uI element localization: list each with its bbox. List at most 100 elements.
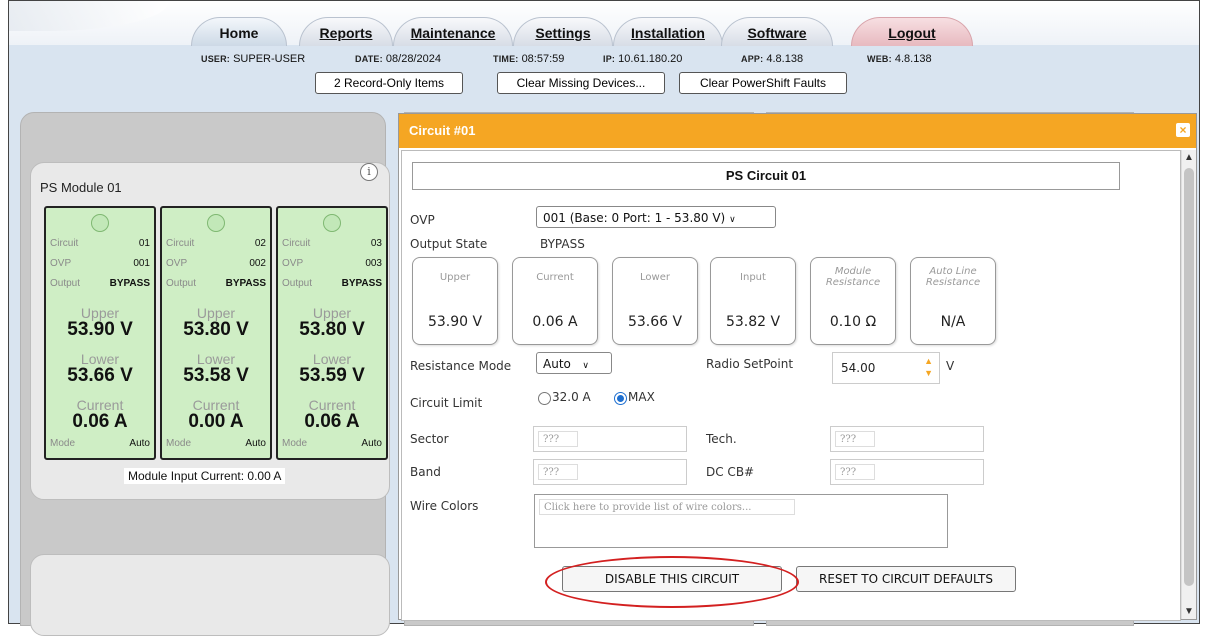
tab-maintenance[interactable]: Maintenance	[393, 17, 513, 46]
spinner-arrows-icon[interactable]: ▲ ▼	[924, 355, 933, 379]
dialog-scrollbar[interactable]: ▲ ▼	[1181, 150, 1196, 619]
tab-home-label: Home	[219, 25, 259, 41]
card-circuit-value: 03	[370, 238, 382, 249]
module-input-current: Module Input Current: 0.00 A	[124, 468, 286, 484]
meter-upper: Upper 53.90 V	[412, 257, 498, 345]
card-mode-value: Auto	[129, 438, 150, 449]
dc-cb-field[interactable]: ???	[830, 459, 984, 485]
radio-setpoint-input[interactable]: 54.00 ▲ ▼	[832, 352, 940, 384]
card-mode-label: Mode	[166, 438, 192, 449]
limit-max-radio[interactable]	[614, 392, 627, 405]
web-value: 4.8.138	[894, 53, 932, 65]
card-output-value: BYPASS	[341, 278, 382, 289]
card-output-row: Output BYPASS	[166, 278, 266, 289]
dialog-title: Circuit #01	[409, 123, 476, 138]
sector-label: Sector	[410, 432, 449, 446]
dialog-header: Circuit #01	[399, 114, 1196, 148]
card-circuit-label: Circuit	[50, 238, 79, 249]
tech-field[interactable]: ???	[830, 426, 984, 452]
time-value: 08:57:59	[521, 53, 565, 65]
meter-label: Lower	[640, 272, 670, 283]
status-info-row: USER: SUPER-USER DATE: 08/28/2024 TIME: …	[9, 53, 1199, 69]
limit-32a-label: 32.0 A	[552, 390, 591, 404]
tech-label: Tech.	[706, 432, 737, 446]
card-mode-value: Auto	[361, 438, 382, 449]
record-only-items-button[interactable]: 2 Record-Only Items	[315, 72, 463, 94]
card-mode-label: Mode	[50, 438, 76, 449]
wire-colors-placeholder: Click here to provide list of wire color…	[539, 499, 795, 515]
tab-software-label: Software	[747, 25, 807, 41]
circuit-limit-label: Circuit Limit	[410, 396, 483, 410]
tab-installation-label: Installation	[631, 25, 705, 41]
meter-label: Module Resistance	[825, 266, 881, 288]
ip-label: IP:	[603, 54, 616, 64]
tab-software[interactable]: Software	[721, 17, 833, 46]
meter-label: Auto Line Resistance	[925, 266, 981, 288]
tab-home[interactable]: Home	[191, 17, 287, 46]
chevron-down-icon: ∨	[582, 361, 589, 371]
card-current-value: 0.06 A	[72, 411, 128, 432]
scroll-thumb[interactable]	[1184, 168, 1194, 586]
card-circuit-label: Circuit	[282, 238, 311, 249]
circuit-card-02[interactable]: Circuit 02 OVP 002 Output BYPASS Upper 53.8…	[160, 206, 272, 460]
card-current-value: 0.06 A	[304, 411, 360, 432]
app-label: APP:	[741, 54, 764, 64]
info-icon[interactable]: i	[360, 163, 378, 181]
circuit-card-01[interactable]: Circuit 01 OVP 001 Output BYPASS Upper 53.9…	[44, 206, 156, 460]
wire-colors-textarea[interactable]: Click here to provide list of wire color…	[534, 494, 948, 548]
status-led-icon	[91, 214, 109, 232]
logout-label: Logout	[888, 25, 936, 41]
ovp-select[interactable]: 001 (Base: 0 Port: 1 - 53.80 V) ∨	[536, 206, 776, 228]
card-output-row: Output BYPASS	[50, 278, 150, 289]
web-label: WEB:	[867, 54, 892, 64]
circuit-name-field[interactable]: PS Circuit 01	[412, 162, 1120, 190]
card-mode-row: Mode Auto	[282, 438, 382, 449]
tab-reports[interactable]: Reports	[299, 17, 393, 46]
resistance-mode-select[interactable]: Auto ∨	[536, 352, 612, 374]
ovp-label: OVP	[410, 213, 435, 227]
ovp-select-value: 001 (Base: 0 Port: 1 - 53.80 V)	[543, 211, 726, 225]
clear-powershift-faults-button[interactable]: Clear PowerShift Faults	[679, 72, 847, 94]
card-output-row: Output BYPASS	[282, 278, 382, 289]
card-ovp-value: 001	[133, 258, 150, 269]
card-output-value: BYPASS	[225, 278, 266, 289]
web-info: WEB: 4.8.138	[867, 53, 932, 65]
scroll-up-icon[interactable]: ▲	[1182, 152, 1196, 163]
band-field[interactable]: ???	[533, 459, 687, 485]
card-circuit-row: Circuit 01	[50, 238, 150, 249]
close-icon[interactable]: ×	[1176, 123, 1190, 137]
meter-label: Current	[536, 272, 574, 283]
meter-value: 0.10 Ω	[829, 314, 877, 330]
meter-input: Input 53.82 V	[710, 257, 796, 345]
card-output-value: BYPASS	[109, 278, 150, 289]
card-mode-row: Mode Auto	[50, 438, 150, 449]
limit-32a-radio[interactable]	[538, 392, 551, 405]
tab-logout[interactable]: Logout	[851, 17, 973, 46]
scroll-down-icon[interactable]: ▼	[1182, 606, 1196, 617]
meter-module-resistance: Module Resistance 0.10 Ω	[810, 257, 896, 345]
wire-colors-label: Wire Colors	[410, 499, 479, 513]
dc-cb-value: ???	[835, 464, 875, 480]
dialog-body	[401, 150, 1181, 621]
card-ovp-row: OVP 003	[282, 258, 382, 269]
reset-circuit-defaults-button[interactable]: RESET TO CIRCUIT DEFAULTS	[796, 566, 1016, 592]
module-title: PS Module 01	[40, 180, 122, 195]
highlight-annotation	[545, 556, 799, 608]
meter-auto-line-resistance: Auto Line Resistance N/A	[910, 257, 996, 345]
meter-value: 53.90 V	[427, 314, 483, 330]
card-ovp-row: OVP 002	[166, 258, 266, 269]
sector-value: ???	[538, 431, 578, 447]
time-info: TIME: 08:57:59	[493, 53, 564, 65]
time-label: TIME:	[493, 54, 519, 64]
clear-missing-devices-button[interactable]: Clear Missing Devices...	[497, 72, 665, 94]
logo-swoosh	[9, 1, 169, 31]
card-current-value: 0.00 A	[188, 411, 244, 432]
dc-cb-label: DC CB#	[706, 465, 755, 479]
tab-settings[interactable]: Settings	[513, 17, 613, 46]
circuit-card-03[interactable]: Circuit 03 OVP 003 Output BYPASS Upper 53.8…	[276, 206, 388, 460]
limit-max-label: MAX	[628, 390, 655, 404]
sector-field[interactable]: ???	[533, 426, 687, 452]
tab-installation[interactable]: Installation	[613, 17, 723, 46]
status-led-icon	[207, 214, 225, 232]
card-circuit-label: Circuit	[166, 238, 195, 249]
